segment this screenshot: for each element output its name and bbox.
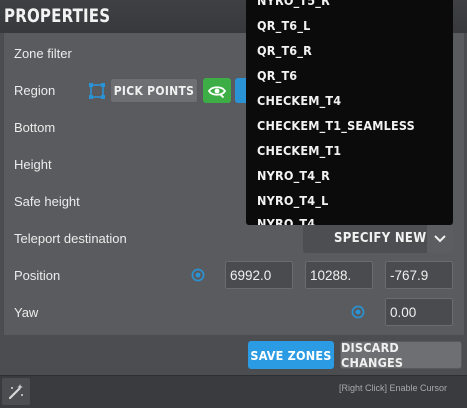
dropdown-item[interactable]: QR_T6_R (257, 43, 312, 58)
position-y-input[interactable]: 10288. (305, 261, 373, 289)
zone-filter-label: Zone filter (14, 46, 72, 61)
dropdown-item[interactable]: NYRO_T4_R (257, 168, 330, 183)
dropdown-item[interactable]: NYRO_T5_R (257, 0, 330, 8)
position-radio-icon[interactable] (191, 268, 205, 282)
dropdown-item[interactable]: CHECKEM_T1_SEAMLESS (257, 118, 415, 133)
panel-title: PROPERTIES (4, 5, 111, 27)
dropdown-item[interactable]: CHECKEM_T1 (257, 143, 341, 158)
bottom-label: Bottom (14, 120, 56, 135)
wand-icon (8, 383, 23, 399)
dropdown-item[interactable]: CHECKEM_T4 (257, 93, 341, 108)
position-label: Position (14, 268, 61, 283)
dropdown-item[interactable]: NYRO_T4 (257, 216, 315, 225)
save-zones-button[interactable]: SAVE ZONES (248, 341, 334, 369)
tool-button[interactable] (2, 378, 30, 405)
position-z-input[interactable]: -767.9 (385, 261, 453, 289)
yaw-radio-icon[interactable] (351, 305, 365, 319)
teleport-destination-select[interactable]: SPECIFY NEW (303, 224, 453, 253)
region-dropdown-list[interactable]: NYRO_T5_R QR_T6_L QR_T6_R QR_T6 CHECKEM_… (246, 0, 453, 225)
region-label: Region (14, 83, 56, 98)
add-point-button[interactable] (235, 78, 246, 103)
dropdown-item[interactable]: QR_T6 (257, 68, 297, 83)
dropdown-item[interactable]: NYRO_T4_L (257, 193, 328, 208)
position-x-input[interactable]: 6992.0 (225, 261, 293, 289)
status-hint: [Right Click] Enable Cursor (338, 383, 447, 393)
teleport-destination-value: SPECIFY NEW (334, 231, 427, 246)
discard-changes-button[interactable]: DISCARD CHANGES (340, 340, 462, 370)
chevron-down-icon[interactable] (427, 224, 453, 253)
dropdown-item[interactable]: QR_T6_L (257, 18, 311, 33)
safe-height-label: Safe height (14, 194, 80, 209)
teleport-destination-label: Teleport destination (14, 231, 127, 246)
toggle-visibility-button[interactable] (203, 78, 231, 103)
yaw-input[interactable]: 0.00 (385, 298, 453, 326)
region-select-icon[interactable] (88, 82, 106, 100)
pick-points-button[interactable]: PICK POINTS (110, 78, 198, 103)
eye-icon (208, 85, 226, 98)
yaw-label: Yaw (14, 305, 39, 320)
height-label: Height (14, 157, 52, 172)
